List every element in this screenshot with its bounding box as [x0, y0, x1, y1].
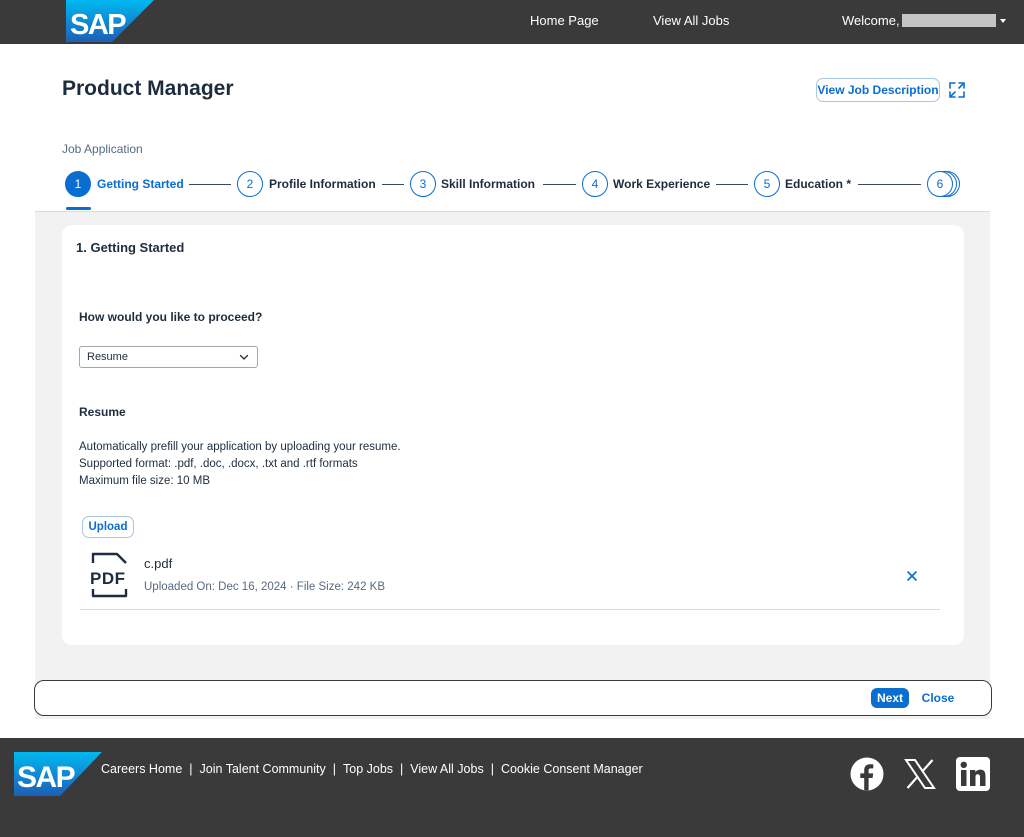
footer-separator: |	[490, 762, 494, 776]
view-job-description-button[interactable]: View Job Description	[816, 78, 940, 102]
uploaded-file-name[interactable]: c.pdf	[144, 556, 172, 571]
footer-link-join-talent-community[interactable]: Join Talent Community	[200, 762, 326, 776]
step-5-label[interactable]: Education *	[785, 177, 851, 191]
close-button[interactable]: Close	[917, 688, 959, 708]
footer-link-top-jobs[interactable]: Top Jobs	[343, 762, 393, 776]
step-connector	[543, 184, 576, 185]
proceed-select[interactable]: Resume	[79, 346, 258, 368]
redacted-username	[901, 14, 996, 27]
chevron-down-icon	[239, 354, 249, 360]
step-6-circle[interactable]: 6	[927, 171, 953, 197]
linkedin-icon[interactable]	[956, 757, 990, 791]
footer-link-view-all-jobs[interactable]: View All Jobs	[410, 762, 483, 776]
footer-link-careers-home[interactable]: Careers Home	[101, 762, 182, 776]
sap-logo-text: SAP	[70, 9, 126, 41]
footer-separator: |	[189, 762, 193, 776]
pdf-file-icon: PDF	[90, 552, 128, 598]
x-icon[interactable]	[903, 757, 937, 791]
step-3-label[interactable]: Skill Information	[441, 177, 535, 191]
step-connector	[858, 184, 921, 185]
max-file-size-line: Maximum file size: 10 MB	[79, 475, 211, 487]
step-3-circle[interactable]: 3	[410, 171, 436, 197]
footer-separator: |	[400, 762, 404, 776]
step-5-circle[interactable]: 5	[754, 171, 780, 197]
step-2-circle[interactable]: 2	[237, 171, 263, 197]
step-connector	[382, 184, 404, 185]
remove-file-icon[interactable]	[905, 569, 919, 583]
step-4-label[interactable]: Work Experience	[613, 177, 710, 191]
user-menu[interactable]: Welcome,	[842, 13, 1006, 28]
nav-home-page[interactable]: Home Page	[530, 13, 599, 28]
step-1-label[interactable]: Getting Started	[97, 177, 184, 191]
facebook-icon[interactable]	[850, 757, 884, 791]
upload-button[interactable]: Upload	[82, 516, 134, 538]
step-connector	[716, 184, 748, 185]
divider	[80, 609, 940, 610]
proceed-question-label: How would you like to proceed?	[79, 310, 263, 324]
breadcrumb: Job Application	[62, 142, 143, 156]
footer-links: Careers Home | Join Talent Community | T…	[101, 762, 643, 776]
step-2-label[interactable]: Profile Information	[269, 177, 376, 191]
step-4-circle[interactable]: 4	[582, 171, 608, 197]
proceed-select-value: Resume	[87, 351, 128, 363]
supported-formats-line: Supported format: .pdf, .doc, .docx, .tx…	[79, 458, 358, 470]
page-title: Product Manager	[62, 77, 234, 100]
sap-logo[interactable]: SAP	[66, 0, 154, 42]
uploaded-file-meta: Uploaded On: Dec 16, 2024 · File Size: 2…	[144, 581, 386, 593]
action-bar	[34, 680, 992, 716]
footer-link-cookie-consent-manager[interactable]: Cookie Consent Manager	[501, 762, 643, 776]
resume-description-line: Automatically prefill your application b…	[79, 441, 401, 453]
pdf-icon-text: PDF	[90, 569, 126, 588]
welcome-text: Welcome,	[842, 13, 900, 28]
footer-sap-logo[interactable]: SAP	[14, 752, 102, 796]
active-step-indicator	[66, 207, 91, 210]
section-title: 1. Getting Started	[76, 240, 185, 255]
footer-separator: |	[332, 762, 336, 776]
next-button[interactable]: Next	[871, 688, 909, 708]
fullscreen-icon[interactable]	[948, 81, 966, 99]
footer-sap-logo-text: SAP	[17, 761, 75, 794]
step-connector	[189, 184, 231, 185]
nav-view-all-jobs[interactable]: View All Jobs	[653, 13, 729, 28]
step-1-circle[interactable]: 1	[65, 171, 91, 197]
caret-down-icon	[999, 18, 1006, 23]
resume-heading: Resume	[79, 405, 126, 419]
